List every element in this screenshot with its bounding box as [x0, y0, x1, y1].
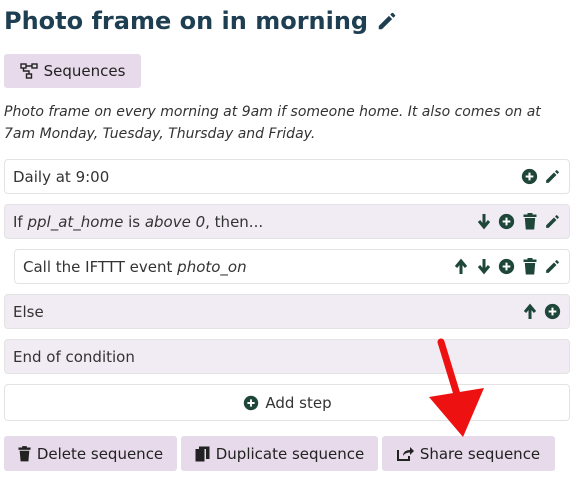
trash-icon — [18, 445, 31, 462]
step-else[interactable]: Else — [4, 294, 570, 329]
delete-sequence-button[interactable]: Delete sequence — [4, 436, 177, 471]
add-step-label: Add step — [265, 393, 332, 412]
step-condition[interactable]: If ppl_at_home is above 0, then... — [4, 204, 570, 239]
sequences-button[interactable]: Sequences — [4, 54, 141, 88]
duplicate-sequence-label: Duplicate sequence — [215, 444, 365, 463]
pencil-icon[interactable] — [544, 258, 561, 275]
sitemap-icon — [19, 63, 38, 79]
add-circle-icon — [242, 394, 259, 411]
duplicate-sequence-button[interactable]: Duplicate sequence — [181, 436, 378, 471]
trash-icon[interactable] — [521, 258, 538, 275]
step-else-label: Else — [13, 302, 44, 321]
share-icon — [396, 446, 414, 461]
sequence-editor: Photo frame on in morning Sequences Phot… — [0, 0, 574, 477]
arrow-down-icon[interactable] — [475, 258, 492, 275]
add-circle-icon[interactable] — [521, 168, 538, 185]
step-end-condition: End of condition — [4, 339, 570, 374]
step-condition-label: If ppl_at_home is above 0, then... — [13, 212, 264, 231]
ifttt-event-name: photo_on — [177, 257, 247, 276]
add-circle-icon[interactable] — [498, 258, 515, 275]
sequence-description: Photo frame on every morning at 9am if s… — [4, 104, 541, 142]
share-sequence-label: Share sequence — [419, 444, 541, 463]
add-circle-icon[interactable] — [498, 213, 515, 230]
arrow-down-icon[interactable] — [475, 213, 492, 230]
arrow-up-icon[interactable] — [521, 303, 538, 320]
share-sequence-button[interactable]: Share sequence — [382, 436, 555, 471]
title-row: Photo frame on in morning — [4, 4, 398, 38]
delete-sequence-label: Delete sequence — [36, 444, 164, 463]
copy-icon — [195, 446, 210, 462]
arrow-up-icon[interactable] — [452, 258, 469, 275]
pencil-icon[interactable] — [376, 10, 398, 32]
condition-comparator: above 0 — [144, 212, 206, 231]
step-action[interactable]: Call the IFTTT event photo_on — [14, 249, 570, 284]
add-step-button[interactable]: Add step — [4, 384, 570, 421]
sequences-button-label: Sequences — [43, 62, 126, 80]
step-trigger-label: Daily at 9:00 — [13, 167, 110, 186]
step-trigger[interactable]: Daily at 9:00 — [4, 159, 570, 194]
page-title: Photo frame on in morning — [4, 7, 369, 35]
pencil-icon[interactable] — [544, 213, 561, 230]
step-end-condition-label: End of condition — [13, 347, 135, 366]
step-action-label: Call the IFTTT event photo_on — [23, 257, 247, 276]
condition-variable: ppl_at_home — [27, 212, 124, 231]
add-circle-icon[interactable] — [544, 303, 561, 320]
trash-icon[interactable] — [521, 213, 538, 230]
pencil-icon[interactable] — [544, 168, 561, 185]
